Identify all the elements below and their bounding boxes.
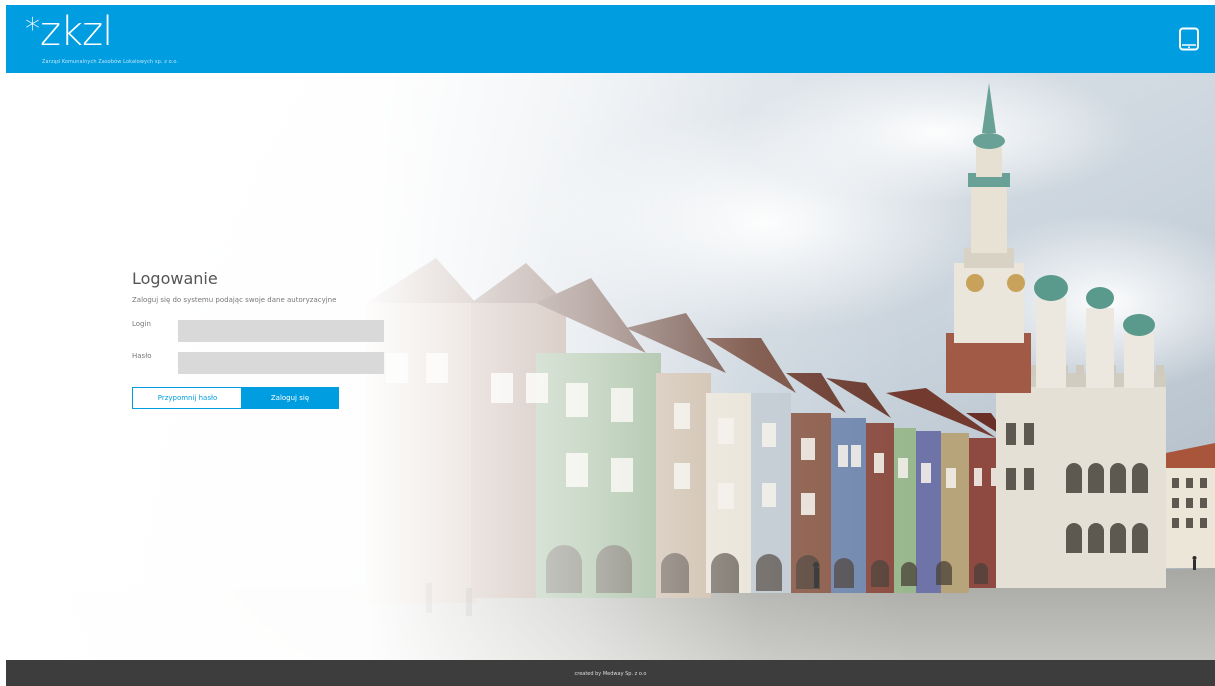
login-panel: Logowanie Zaloguj się do systemu podając… (132, 269, 392, 409)
password-field-row: Hasło (132, 352, 392, 374)
login-field-row: Login (132, 320, 392, 342)
login-subtitle: Zaloguj się do systemu podając swoje dan… (132, 296, 337, 304)
footer-credit: created by Medway Sp. z o.o (574, 671, 647, 677)
tablet-view-button[interactable] (1178, 27, 1200, 51)
logo-subtitle: Zarząd Komunalnych Zasobów Lokalowych sp… (42, 59, 179, 65)
password-input[interactable] (178, 352, 384, 374)
hero-background: Logowanie Zaloguj się do systemu podając… (6, 73, 1215, 660)
login-title: Logowanie (132, 269, 218, 288)
logo: *zkzl (25, 9, 113, 55)
tablet-icon (1179, 27, 1199, 51)
app-frame: *zkzl Zarząd Komunalnych Zasobów Lokalow… (6, 5, 1215, 686)
logo-text: zkzl (40, 9, 113, 55)
remind-password-button[interactable]: Przypomnij hasło (132, 387, 243, 409)
logo-star: * (25, 12, 40, 47)
login-input[interactable] (178, 320, 384, 342)
password-label: Hasło (132, 352, 152, 360)
login-label: Login (132, 320, 151, 328)
login-submit-button[interactable]: Zaloguj się (241, 387, 339, 409)
top-bar: *zkzl Zarząd Komunalnych Zasobów Lokalow… (6, 5, 1215, 73)
footer: created by Medway Sp. z o.o (6, 660, 1215, 686)
